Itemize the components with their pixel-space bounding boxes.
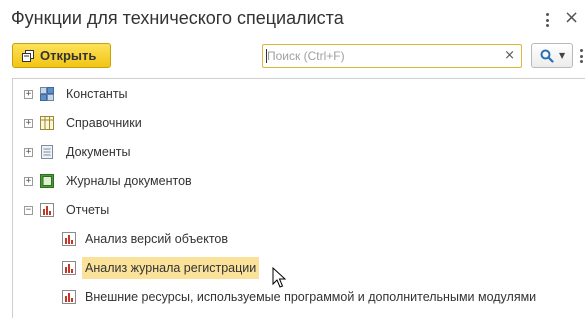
tree-item-document-journals[interactable]: + Журналы документов <box>12 170 412 192</box>
catalogs-icon <box>40 116 54 130</box>
open-button[interactable]: Открыть <box>12 43 111 68</box>
kebab-menu-icon[interactable] <box>540 10 554 30</box>
collapse-icon[interactable]: − <box>24 206 33 215</box>
tree-item-label: Отчеты <box>66 203 110 217</box>
documents-icon <box>41 145 53 159</box>
tree-item-report-external-resources[interactable]: Внешние ресурсы, используемые программой… <box>12 286 572 308</box>
expand-icon[interactable]: + <box>24 148 33 157</box>
window-title: Функции для технического специалиста <box>11 8 344 28</box>
tree-item-label: Константы <box>66 87 128 101</box>
more-actions-icon[interactable] <box>577 46 585 66</box>
tree-item-label-selected: Анализ журнала регистрации <box>82 257 260 279</box>
open-form-icon <box>22 49 34 62</box>
expand-icon[interactable]: + <box>24 119 33 128</box>
magnifier-icon <box>540 49 554 63</box>
tree-item-label: Справочники <box>66 116 142 130</box>
tree-item-label: Внешние ресурсы, используемые программой… <box>85 290 537 304</box>
constants-icon <box>40 87 54 101</box>
tree-item-report-object-versions[interactable]: Анализ версий объектов <box>12 228 532 250</box>
functions-window: Функции для технического специалиста × О… <box>0 0 585 318</box>
search-field[interactable]: × <box>262 44 522 68</box>
tree-item-reports[interactable]: − Отчеты <box>12 199 412 221</box>
search-input[interactable] <box>265 45 501 67</box>
mouse-cursor-icon <box>272 267 286 288</box>
tree-item-label: Анализ версий объектов <box>85 232 229 246</box>
tree-item-catalogs[interactable]: + Справочники <box>12 112 412 134</box>
close-icon[interactable]: × <box>564 8 579 28</box>
text-caret <box>266 49 267 63</box>
report-icon <box>62 261 76 275</box>
expand-icon[interactable]: + <box>24 90 33 99</box>
expand-icon[interactable]: + <box>24 177 33 186</box>
tree-item-documents[interactable]: + Документы <box>12 141 412 163</box>
tree-item-label: Журналы документов <box>66 174 192 188</box>
report-icon <box>62 290 76 304</box>
reports-icon <box>40 203 54 217</box>
report-icon <box>62 232 76 246</box>
tree-item-constants[interactable]: + Константы <box>12 83 412 105</box>
chevron-down-icon: ▼ <box>559 51 566 60</box>
open-button-label: Открыть <box>40 48 97 63</box>
document-journals-icon <box>40 174 54 188</box>
search-button[interactable]: ▼ <box>531 43 573 68</box>
tree-item-label: Документы <box>66 145 131 159</box>
clear-icon[interactable]: × <box>504 48 515 64</box>
